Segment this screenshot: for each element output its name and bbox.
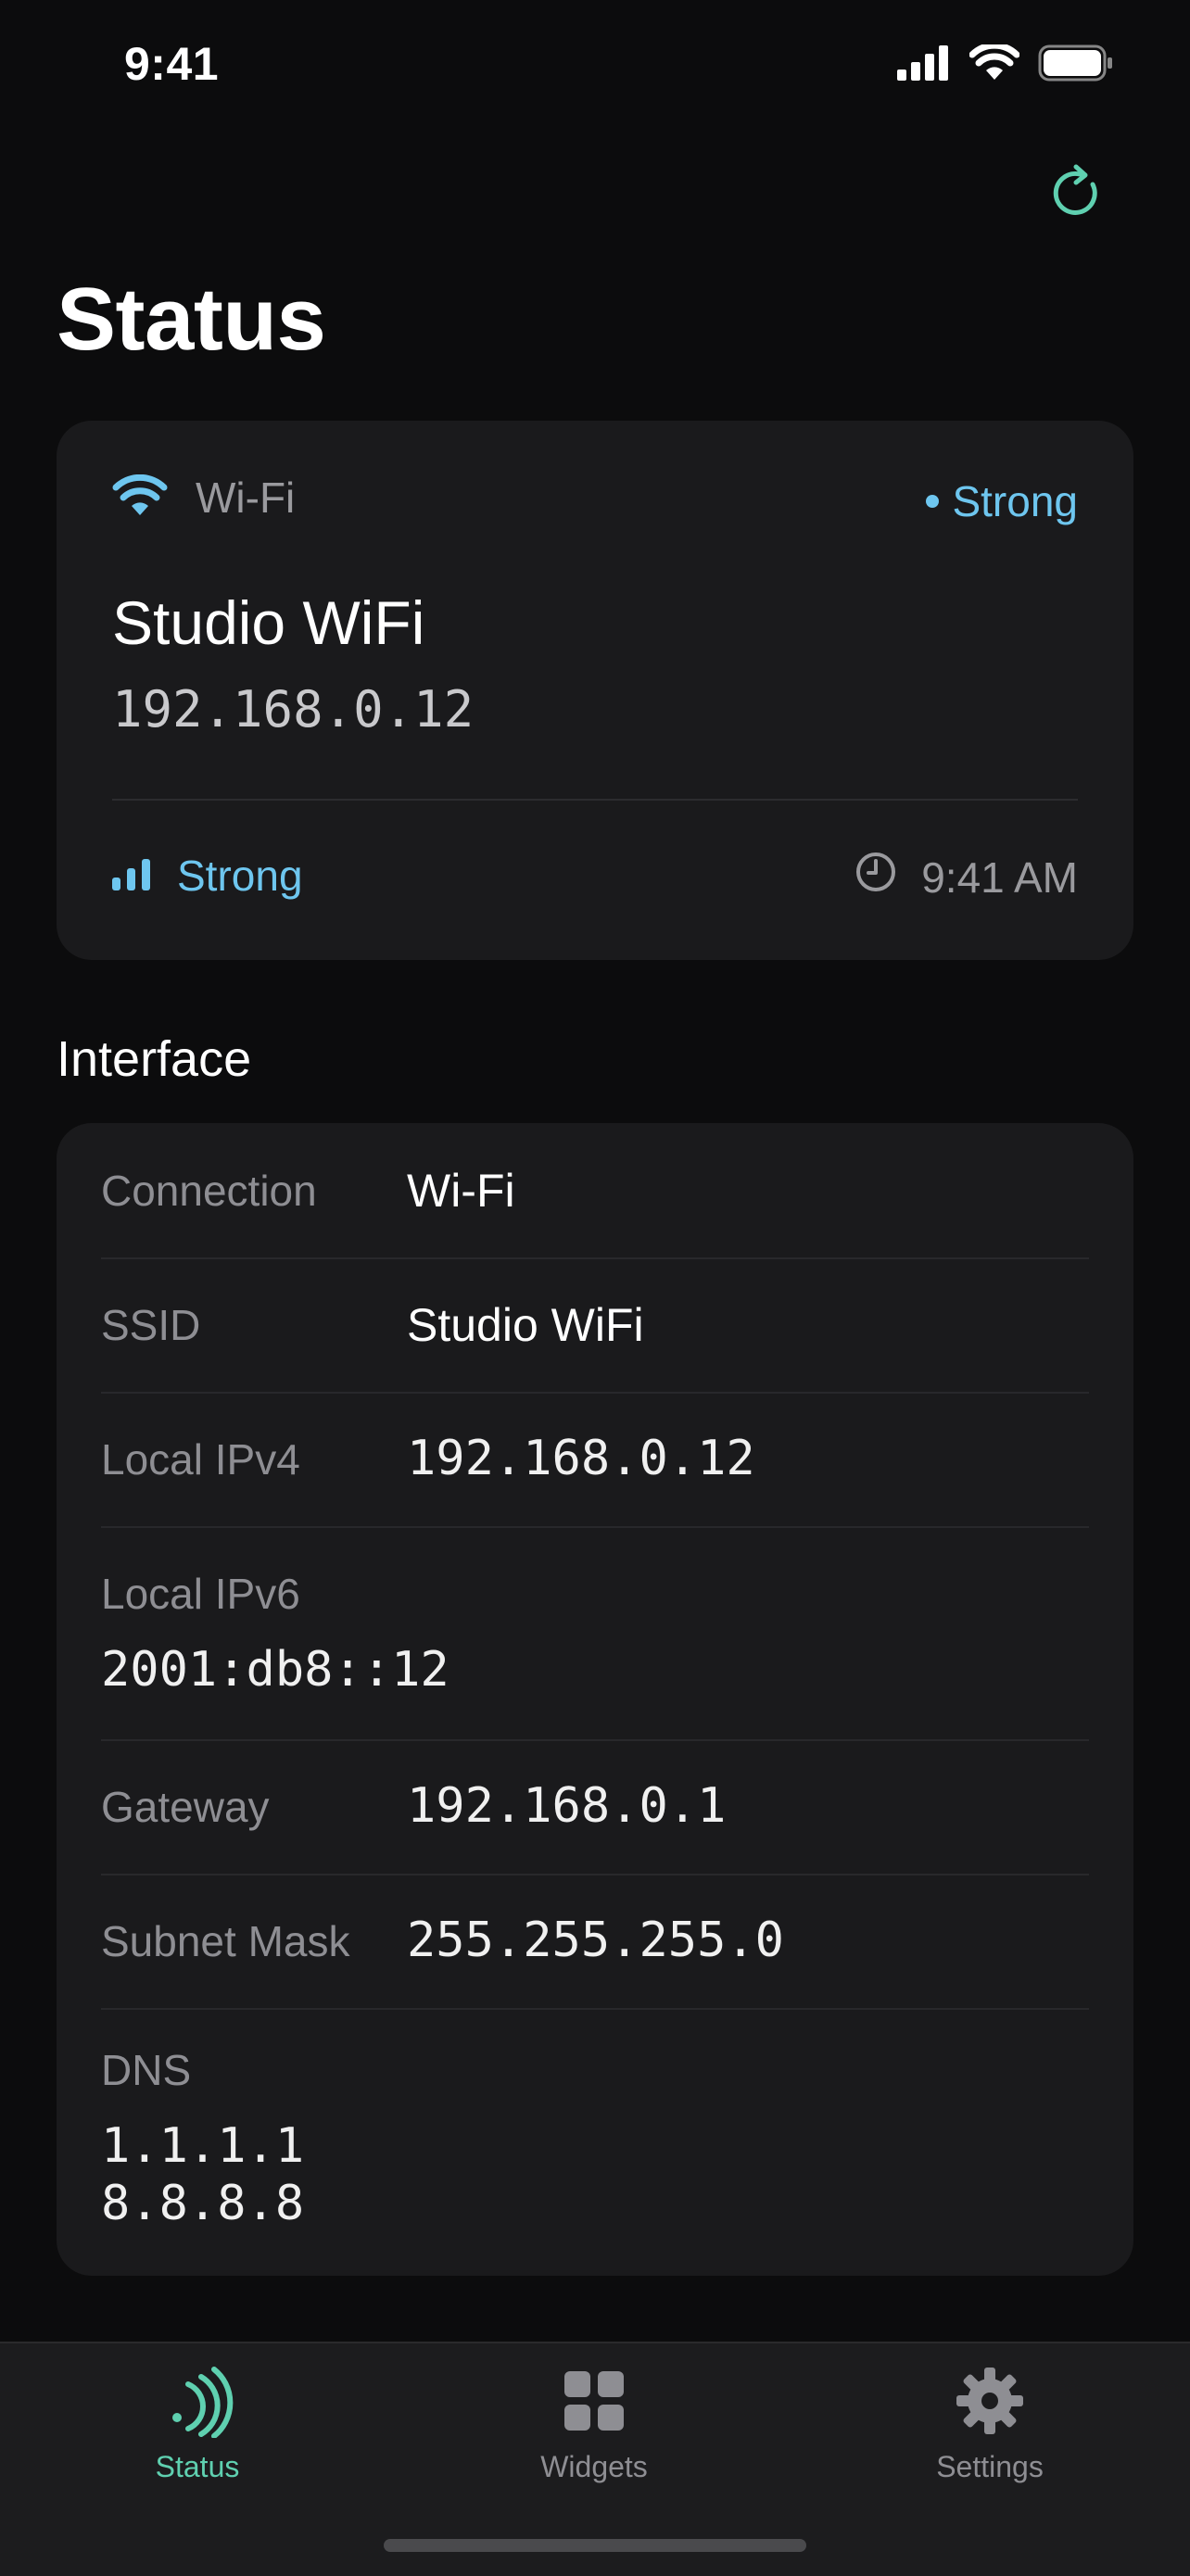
page-title: Status <box>57 270 326 369</box>
refresh-button[interactable] <box>1040 158 1114 232</box>
cellular-signal-icon <box>897 45 951 85</box>
status-bar: 9:41 <box>0 0 1190 139</box>
interface-row-ssid: SSID Studio WiFi <box>101 1257 1089 1394</box>
signal-bars-icon <box>112 851 153 901</box>
signal-badge-label: Strong <box>952 477 1078 525</box>
row-value: 255.255.255.0 <box>407 1913 784 1968</box>
battery-icon <box>1038 44 1114 86</box>
tab-status[interactable]: Status <box>77 2364 318 2512</box>
tab-label: Status <box>155 2450 240 2483</box>
dns-server-2: 8.8.8.8 <box>101 2176 305 2231</box>
wifi-status-icon <box>968 42 1020 86</box>
interface-section-title: Interface <box>57 1031 252 1087</box>
tab-label: Widgets <box>540 2450 648 2483</box>
row-label: SSID <box>101 1301 201 1349</box>
status-bar-time: 9:41 <box>124 38 220 90</box>
signal-waves-icon <box>160 2364 234 2443</box>
row-value: 192.168.0.12 <box>407 1431 755 1486</box>
gear-icon <box>953 2364 1027 2443</box>
signal-strength-label: Strong <box>177 852 303 900</box>
tab-widgets[interactable]: Widgets <box>474 2364 715 2512</box>
interface-row-dns: DNS 1.1.1.1 8.8.8.8 <box>101 2008 1089 2276</box>
interface-card: Connection Wi-Fi SSID Studio WiFi Local … <box>57 1123 1133 2276</box>
row-label: Local IPv4 <box>101 1435 300 1484</box>
interface-row-subnet: Subnet Mask 255.255.255.0 <box>101 1874 1089 2010</box>
grid-icon <box>557 2364 631 2443</box>
network-ip: 192.168.0.12 <box>112 680 475 739</box>
tab-label: Settings <box>936 2450 1044 2483</box>
home-indicator[interactable] <box>384 2539 806 2552</box>
row-value: 2001:db8::12 <box>101 1642 449 1698</box>
row-value: Studio WiFi <box>407 1299 644 1351</box>
dns-server-1: 1.1.1.1 <box>101 2118 305 2174</box>
interface-row-ipv6: Local IPv6 2001:db8::12 <box>101 1526 1089 1741</box>
row-label: Local IPv6 <box>101 1570 300 1618</box>
wifi-icon <box>112 474 168 522</box>
card-divider <box>112 799 1078 801</box>
interface-row-gateway: Gateway 192.168.0.1 <box>101 1739 1089 1875</box>
clock-icon <box>855 851 897 903</box>
network-name: Studio WiFi <box>112 588 425 657</box>
row-value: Wi-Fi <box>407 1165 515 1217</box>
connection-type: Wi-Fi <box>112 473 295 523</box>
status-bar-icons <box>897 42 1114 86</box>
last-updated: 9:41 AM <box>855 851 1078 903</box>
signal-dot-icon <box>926 495 940 508</box>
interface-row-connection: Connection Wi-Fi <box>101 1123 1089 1259</box>
row-label: Subnet Mask <box>101 1917 350 1965</box>
row-label: DNS <box>101 2046 192 2094</box>
connection-type-label: Wi-Fi <box>196 474 296 522</box>
wifi-summary-card: Wi-Fi Strong Studio WiFi 192.168.0.12 St… <box>57 421 1133 960</box>
signal-strength: Strong <box>112 851 303 901</box>
row-label: Gateway <box>101 1783 270 1831</box>
row-value: 192.168.0.1 <box>407 1778 727 1834</box>
interface-row-ipv4: Local IPv4 192.168.0.12 <box>101 1392 1089 1528</box>
last-updated-time: 9:41 AM <box>921 852 1078 902</box>
refresh-icon <box>1048 164 1106 226</box>
row-label: Connection <box>101 1167 317 1215</box>
signal-badge: Strong <box>926 476 1078 526</box>
tab-settings[interactable]: Settings <box>869 2364 1110 2512</box>
